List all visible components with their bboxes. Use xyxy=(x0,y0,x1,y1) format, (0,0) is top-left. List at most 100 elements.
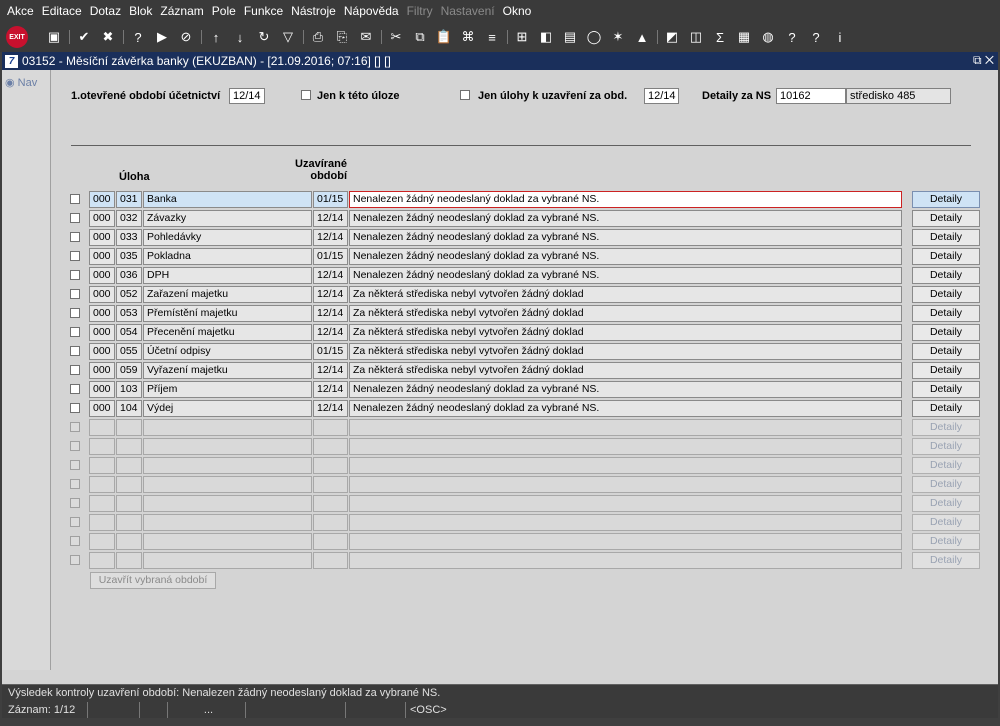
menu-3[interactable]: Blok xyxy=(128,4,153,18)
cell-period[interactable]: 12/14 xyxy=(313,267,348,284)
cell-agenda[interactable]: 000 xyxy=(89,381,115,398)
ns-field[interactable]: 10162 xyxy=(776,88,846,104)
cell-task-name[interactable]: Zařazení majetku xyxy=(143,286,312,303)
period-field[interactable]: 12/14 xyxy=(229,88,265,104)
alert-icon[interactable]: ▲ xyxy=(632,27,652,47)
cell-agenda[interactable]: 000 xyxy=(89,286,115,303)
cell-agenda[interactable]: 000 xyxy=(89,267,115,284)
close-period-field[interactable]: 12/14 xyxy=(644,88,679,104)
print-icon[interactable]: ⎙ xyxy=(308,27,328,47)
row-select-checkbox[interactable] xyxy=(70,213,80,223)
excel-icon[interactable]: ▦ xyxy=(734,27,754,47)
detail-button[interactable]: Detaily xyxy=(912,343,980,360)
detail-button[interactable]: Detaily xyxy=(912,362,980,379)
sort-desc-icon[interactable]: ↓ xyxy=(230,27,250,47)
cell-agenda[interactable]: 000 xyxy=(89,343,115,360)
cell-result-message[interactable]: Za některá střediska nebyl vytvořen žádn… xyxy=(349,305,902,322)
cell-task-code[interactable]: 032 xyxy=(116,210,142,227)
menu-7[interactable]: Nástroje xyxy=(290,4,337,18)
graph-icon[interactable]: ◫ xyxy=(686,27,706,47)
cell-period[interactable]: 01/15 xyxy=(313,191,348,208)
cell-task-name[interactable]: Přecenění majetku xyxy=(143,324,312,341)
nav-tab[interactable]: ◉ Nav xyxy=(5,76,37,89)
cell-task-name[interactable]: Závazky xyxy=(143,210,312,227)
cell-period[interactable]: 12/14 xyxy=(313,305,348,322)
cell-task-name[interactable]: Pokladna xyxy=(143,248,312,265)
detail-button[interactable]: Detaily xyxy=(912,286,980,303)
delete-icon[interactable]: ✖ xyxy=(98,27,118,47)
cell-result-message[interactable]: Za některá střediska nebyl vytvořen žádn… xyxy=(349,343,902,360)
cell-result-message[interactable]: Za některá střediska nebyl vytvořen žádn… xyxy=(349,362,902,379)
detail-button[interactable]: Detaily xyxy=(912,210,980,227)
detail-button[interactable]: Detaily xyxy=(912,400,980,417)
tree-icon[interactable]: ⊞ xyxy=(512,27,532,47)
chart-icon[interactable]: ◩ xyxy=(662,27,682,47)
cell-task-name[interactable]: Účetní odpisy xyxy=(143,343,312,360)
commit-icon[interactable]: ✔ xyxy=(74,27,94,47)
refresh-icon[interactable]: ↻ xyxy=(254,27,274,47)
row-select-checkbox[interactable] xyxy=(70,327,80,337)
cell-task-code[interactable]: 103 xyxy=(116,381,142,398)
only-close-checkbox[interactable] xyxy=(460,90,470,100)
window-controls[interactable]: ⧉ ✕ xyxy=(973,53,994,68)
web-icon[interactable]: ◍ xyxy=(758,27,778,47)
filter-icon[interactable]: ▽ xyxy=(278,27,298,47)
cell-result-message[interactable]: Za některá střediska nebyl vytvořen žádn… xyxy=(349,324,902,341)
cell-task-name[interactable]: Vyřazení majetku xyxy=(143,362,312,379)
menu-11[interactable]: Okno xyxy=(502,4,533,18)
sort-asc-icon[interactable]: ↑ xyxy=(206,27,226,47)
row-select-checkbox[interactable] xyxy=(70,270,80,280)
cell-result-message[interactable]: Nenalezen žádný neodeslaný doklad za vyb… xyxy=(349,267,902,284)
row-select-checkbox[interactable] xyxy=(70,251,80,261)
detail-button[interactable]: Detaily xyxy=(912,267,980,284)
cell-task-code[interactable]: 031 xyxy=(116,191,142,208)
only-task-checkbox[interactable] xyxy=(301,90,311,100)
print-preview-icon[interactable]: ⎘ xyxy=(332,27,352,47)
cell-period[interactable]: 12/14 xyxy=(313,400,348,417)
star-icon[interactable]: ✶ xyxy=(608,27,628,47)
detail-button[interactable]: Detaily xyxy=(912,191,980,208)
cell-result-message[interactable]: Nenalezen žádný neodeslaný doklad za vyb… xyxy=(349,381,902,398)
cell-task-name[interactable]: Pohledávky xyxy=(143,229,312,246)
list-icon[interactable]: ≡ xyxy=(482,27,502,47)
menu-2[interactable]: Dotaz xyxy=(89,4,122,18)
whatsthis-icon[interactable]: ? xyxy=(806,27,826,47)
globe-icon[interactable]: ◯ xyxy=(584,27,604,47)
cell-agenda[interactable]: 000 xyxy=(89,248,115,265)
mail-icon[interactable]: ✉ xyxy=(356,27,376,47)
cell-result-message[interactable]: Nenalezen žádný neodeslaný doklad za vyb… xyxy=(349,248,902,265)
cell-task-code[interactable]: 053 xyxy=(116,305,142,322)
help-icon[interactable]: ? xyxy=(782,27,802,47)
row-select-checkbox[interactable] xyxy=(70,403,80,413)
execute-query-icon[interactable]: ▶ xyxy=(152,27,172,47)
paste-icon[interactable]: 📋 xyxy=(434,27,454,47)
cell-period[interactable]: 12/14 xyxy=(313,362,348,379)
cell-period[interactable]: 12/14 xyxy=(313,210,348,227)
cell-task-code[interactable]: 033 xyxy=(116,229,142,246)
cut-icon[interactable]: ✂ xyxy=(386,27,406,47)
cell-period[interactable]: 12/14 xyxy=(313,229,348,246)
menu-4[interactable]: Záznam xyxy=(159,4,204,18)
info-icon[interactable]: i xyxy=(830,27,850,47)
cell-result-message[interactable]: Nenalezen žádný neodeslaný doklad za vyb… xyxy=(349,191,902,208)
cell-period[interactable]: 12/14 xyxy=(313,324,348,341)
menu-6[interactable]: Funkce xyxy=(243,4,284,18)
detail-button[interactable]: Detaily xyxy=(912,305,980,322)
cell-task-code[interactable]: 052 xyxy=(116,286,142,303)
cell-task-name[interactable]: Banka xyxy=(143,191,312,208)
row-select-checkbox[interactable] xyxy=(70,384,80,394)
cell-task-code[interactable]: 055 xyxy=(116,343,142,360)
detail-button[interactable]: Detaily xyxy=(912,381,980,398)
record-icon[interactable]: ◧ xyxy=(536,27,556,47)
sum-icon[interactable]: Σ xyxy=(710,27,730,47)
row-select-checkbox[interactable] xyxy=(70,289,80,299)
cell-task-name[interactable]: Výdej xyxy=(143,400,312,417)
cell-agenda[interactable]: 000 xyxy=(89,324,115,341)
cell-task-name[interactable]: Příjem xyxy=(143,381,312,398)
cell-result-message[interactable]: Nenalezen žádný neodeslaný doklad za vyb… xyxy=(349,400,902,417)
row-select-checkbox[interactable] xyxy=(70,194,80,204)
cell-agenda[interactable]: 000 xyxy=(89,191,115,208)
cell-agenda[interactable]: 000 xyxy=(89,210,115,227)
cell-task-code[interactable]: 104 xyxy=(116,400,142,417)
cell-task-name[interactable]: Přemístění majetku xyxy=(143,305,312,322)
